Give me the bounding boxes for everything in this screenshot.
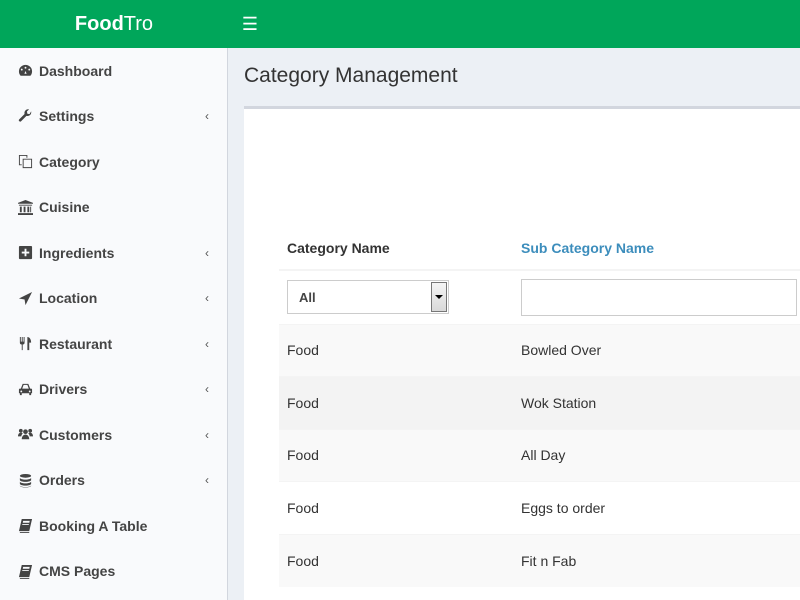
category-cell: Food: [279, 376, 513, 429]
table-header-row: Category Name Sub Category Name: [279, 227, 800, 271]
plus-square-icon: [16, 245, 34, 261]
sidebar-item-label: Category: [39, 153, 100, 170]
category-cell: Food: [279, 533, 513, 587]
chevron-left-icon: ‹: [205, 473, 209, 488]
sidebar-item-label: Drivers: [39, 381, 88, 398]
sidebar-item-cuisine[interactable]: Cuisine: [0, 185, 227, 231]
sidebar-item-ingredients[interactable]: Ingredients ‹: [0, 230, 227, 276]
page-title: Category Management: [244, 64, 458, 87]
chevron-left-icon: ‹: [205, 291, 209, 306]
filter-row: All: [279, 270, 800, 324]
top-navbar: Food Tro ☰: [0, 0, 800, 48]
sidebar-item-label: Booking A Table: [39, 517, 148, 534]
sidebar-item-category[interactable]: Category: [0, 139, 227, 185]
sidebar-item-drivers[interactable]: Drivers ‹: [0, 367, 227, 413]
book-icon: [16, 518, 34, 534]
sidebar-item-cms-pages[interactable]: CMS Pages: [0, 549, 227, 595]
logo-rest: Tro: [123, 12, 154, 35]
logo-bold: Food: [74, 12, 124, 35]
category-cell: Food: [279, 428, 513, 482]
book-icon: [16, 563, 34, 579]
column-header-category-name[interactable]: Category Name: [279, 227, 513, 271]
sidebar-item-dashboard[interactable]: Dashboard: [0, 48, 227, 94]
subcategory-filter-input[interactable]: [521, 278, 797, 316]
sidebar: Dashboard Settings ‹ Category Cuisine In…: [0, 48, 228, 600]
sidebar-item-label: Restaurant: [39, 335, 113, 352]
sidebar-item-label: CMS Pages: [39, 563, 116, 580]
location-arrow-icon: [16, 290, 34, 306]
sub-category-cell: Bowled Over: [513, 323, 800, 377]
sidebar-item-orders[interactable]: Orders ‹: [0, 458, 227, 504]
sidebar-item-customers[interactable]: Customers ‹: [0, 412, 227, 458]
sidebar-item-location[interactable]: Location ‹: [0, 276, 227, 322]
category-cell: Food: [279, 481, 513, 534]
sub-category-cell: All Day: [513, 428, 800, 482]
taxi-icon: [16, 381, 34, 397]
sidebar-item-label: Dashboard: [39, 62, 113, 79]
sidebar-item-label: Cuisine: [39, 199, 90, 216]
filter-cell: All: [279, 270, 513, 324]
hamburger-icon: ☰: [241, 13, 259, 34]
dropdown-arrow-icon[interactable]: [431, 282, 447, 313]
select-value: All: [299, 289, 316, 305]
sidebar-item-label: Ingredients: [39, 244, 115, 261]
category-cell: Food: [279, 323, 513, 377]
sidebar-item-label: Location: [39, 290, 98, 307]
sidebar-toggle-button[interactable]: ☰: [236, 10, 264, 38]
copy-icon: [16, 154, 34, 170]
sidebar-item-label: Settings: [39, 108, 95, 125]
table-row[interactable]: Food All Day: [279, 428, 800, 482]
category-filter-select[interactable]: All: [287, 280, 449, 315]
category-table: Category Name Sub Category Name All Food…: [279, 227, 800, 587]
table-row[interactable]: Food Fit n Fab: [279, 533, 800, 587]
sidebar-item-label: Customers: [39, 426, 113, 443]
dashboard-icon: [16, 63, 34, 79]
content-box: Category Name Sub Category Name All Food…: [244, 106, 800, 600]
filter-cell: [513, 270, 800, 324]
chevron-left-icon: ‹: [205, 245, 209, 260]
sidebar-item-restaurant[interactable]: Restaurant ‹: [0, 321, 227, 367]
wrench-icon: [16, 108, 34, 124]
column-header-sub-category-name[interactable]: Sub Category Name: [513, 227, 800, 271]
chevron-left-icon: ‹: [205, 336, 209, 351]
cutlery-icon: [16, 336, 34, 352]
chevron-left-icon: ‹: [205, 382, 209, 397]
chevron-left-icon: ‹: [205, 427, 209, 442]
table-row[interactable]: Food Bowled Over: [279, 323, 800, 377]
sidebar-item-label: Orders: [39, 472, 85, 489]
table-row[interactable]: Food Eggs to order: [279, 481, 800, 534]
sidebar-item-booking-a-table[interactable]: Booking A Table: [0, 503, 227, 549]
chevron-left-icon: ‹: [205, 109, 209, 124]
sub-category-cell: Fit n Fab: [513, 533, 800, 587]
users-icon: [16, 427, 34, 443]
sidebar-item-settings[interactable]: Settings ‹: [0, 94, 227, 140]
bank-icon: [16, 199, 34, 215]
database-icon: [16, 472, 34, 488]
app-logo[interactable]: Food Tro: [0, 0, 228, 48]
sub-category-cell: Wok Station: [513, 376, 800, 429]
table-row[interactable]: Food Wok Station: [279, 376, 800, 429]
sub-category-cell: Eggs to order: [513, 481, 800, 534]
